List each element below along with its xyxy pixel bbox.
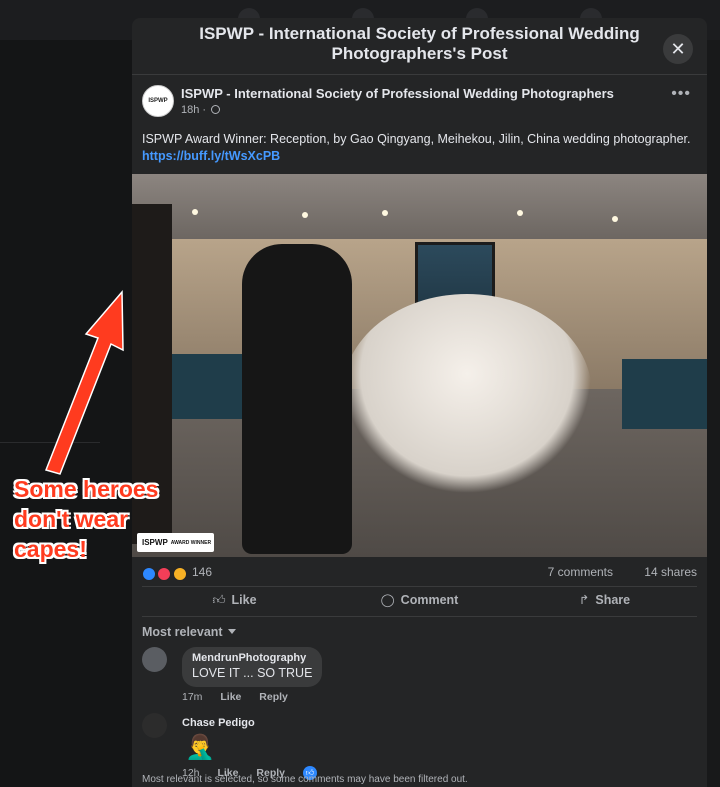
annotation-text: Some heroes don't wear capes!: [14, 476, 159, 562]
comment-text: LOVE IT ... SO TRUE: [192, 666, 313, 680]
love-reaction-icon: [157, 566, 172, 581]
comment-time[interactable]: 17m: [182, 691, 202, 703]
comment-button[interactable]: ◯ Comment: [327, 587, 512, 616]
comment-author[interactable]: MendrunPhotography: [192, 652, 312, 664]
like-button[interactable]: 👍︎ Like: [142, 587, 327, 616]
photo-table: [622, 359, 707, 429]
comment-count[interactable]: 7 comments: [548, 565, 613, 579]
post-dialog: ISPWP - International Society of Profess…: [132, 18, 707, 787]
ceiling-light: [302, 212, 308, 218]
post-link[interactable]: https://buff.ly/tWsXcPB: [142, 148, 697, 165]
comment-icon: ◯: [380, 593, 395, 607]
haha-reaction-icon: [172, 566, 187, 581]
like-reaction-icon: [142, 566, 156, 581]
ceiling-light: [192, 209, 198, 215]
dialog-title: ISPWP - International Society of Profess…: [199, 24, 640, 63]
comment-like-button[interactable]: Like: [220, 691, 241, 703]
close-icon[interactable]: ✕: [663, 34, 693, 64]
comment-bubble: MendrunPhotography LOVE IT ... SO TRUE: [182, 647, 323, 687]
comment-body: Chase Pedigo 🤦‍♂️: [182, 713, 707, 762]
share-button[interactable]: ↱ Share: [512, 587, 697, 616]
post-photo[interactable]: ISPWP AWARD WINNER: [132, 174, 707, 557]
photo-bride: [342, 294, 592, 494]
reaction-summary: 146 7 comments 14 shares: [142, 557, 697, 587]
like-label: Like: [231, 593, 257, 607]
photo-man: [242, 244, 352, 554]
post-text: ISPWP Award Winner: Reception, by Gao Qi…: [142, 132, 691, 146]
share-icon: ↱: [578, 593, 590, 607]
comment-reply-button[interactable]: Reply: [259, 691, 288, 703]
comment-emoji: 🤦‍♂️: [185, 734, 215, 761]
dialog-header: ISPWP - International Society of Profess…: [132, 24, 707, 75]
comment-avatar[interactable]: [142, 713, 167, 738]
page-backdrop: [0, 40, 132, 787]
ceiling-light: [612, 216, 618, 222]
reaction-icons[interactable]: [142, 565, 187, 583]
post-body: ISPWP Award Winner: Reception, by Gao Qi…: [132, 131, 707, 165]
share-count[interactable]: 14 shares: [644, 565, 697, 579]
post-actions: 👍︎ Like ◯ Comment ↱ Share: [142, 587, 697, 617]
comment-label: Comment: [400, 593, 459, 607]
post-header: ISPWP ISPWP - International Society of P…: [132, 83, 707, 131]
more-options-icon[interactable]: •••: [671, 85, 691, 103]
ceiling-light: [382, 210, 388, 216]
filter-label: Most relevant: [142, 625, 223, 639]
comment-filter[interactable]: Most relevant: [132, 617, 707, 647]
post-time[interactable]: 18h ·: [181, 104, 206, 116]
post-timestamp[interactable]: 18h ·: [181, 104, 221, 116]
page-name[interactable]: ISPWP - International Society of Profess…: [181, 86, 614, 101]
reaction-count[interactable]: 146: [192, 565, 212, 579]
photo-ceiling: [132, 174, 707, 244]
comment-meta: 17m Like Reply: [182, 687, 707, 703]
share-label: Share: [595, 593, 631, 607]
divider: [0, 442, 100, 443]
filtered-note: Most relevant is selected, so some comme…: [142, 774, 468, 785]
comment-item: MendrunPhotography LOVE IT ... SO TRUE 1…: [132, 647, 707, 703]
ceiling-light: [517, 210, 523, 216]
globe-icon: [211, 105, 221, 114]
comment-avatar[interactable]: [142, 647, 167, 672]
comment-item: Chase Pedigo 🤦‍♂️ 12h Like Reply 👍︎: [132, 713, 707, 780]
comment-author[interactable]: Chase Pedigo: [182, 717, 707, 729]
page-avatar[interactable]: ISPWP: [142, 85, 174, 117]
chevron-down-icon: [227, 629, 236, 634]
thumbs-up-icon: 👍︎: [212, 593, 226, 607]
